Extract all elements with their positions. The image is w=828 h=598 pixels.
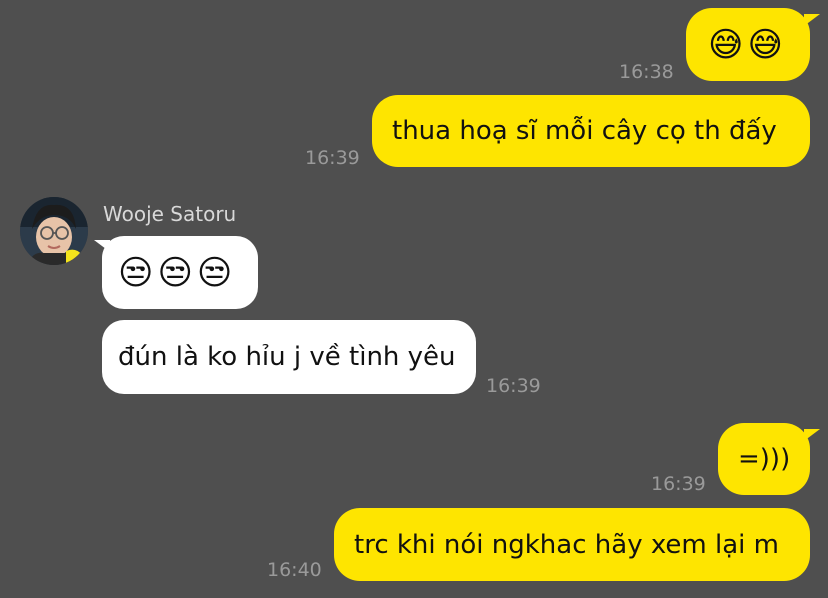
message-time: 16:39 [305,147,360,169]
sender-name: Wooje Satoru [103,202,237,226]
their-message-bubble[interactable]: 😒😒😒 [102,236,258,309]
message-text: 😒😒😒 [118,252,237,293]
message-text: đún là ko hỉu j về tình yêu [118,342,456,372]
profile-photo-icon [20,197,88,265]
message-time: 16:39 [651,473,706,495]
avatar[interactable] [20,197,88,265]
bubble-tail [804,429,820,441]
my-message-bubble[interactable]: trc khi nói ngkhac hãy xem lại m [334,508,810,581]
bubble-tail [94,240,110,252]
my-message-bubble[interactable]: 😅😅 [686,8,810,81]
message-time: 16:38 [619,61,674,83]
message-text: 😅😅 [708,24,787,65]
message-text: trc khi nói ngkhac hãy xem lại m [354,529,779,560]
chat-view: 16:38 😅😅 16:39 thua hoạ sĩ mỗi cây cọ th… [0,0,828,598]
message-text: =))) [738,444,791,474]
message-time: 16:39 [486,375,541,397]
message-time: 16:40 [267,559,322,581]
my-message-bubble[interactable]: =))) [718,423,810,495]
my-message-bubble[interactable]: thua hoạ sĩ mỗi cây cọ th đấy [372,95,810,167]
message-text: thua hoạ sĩ mỗi cây cọ th đấy [392,116,777,146]
their-message-bubble[interactable]: đún là ko hỉu j về tình yêu [102,320,476,394]
bubble-tail [804,14,820,26]
